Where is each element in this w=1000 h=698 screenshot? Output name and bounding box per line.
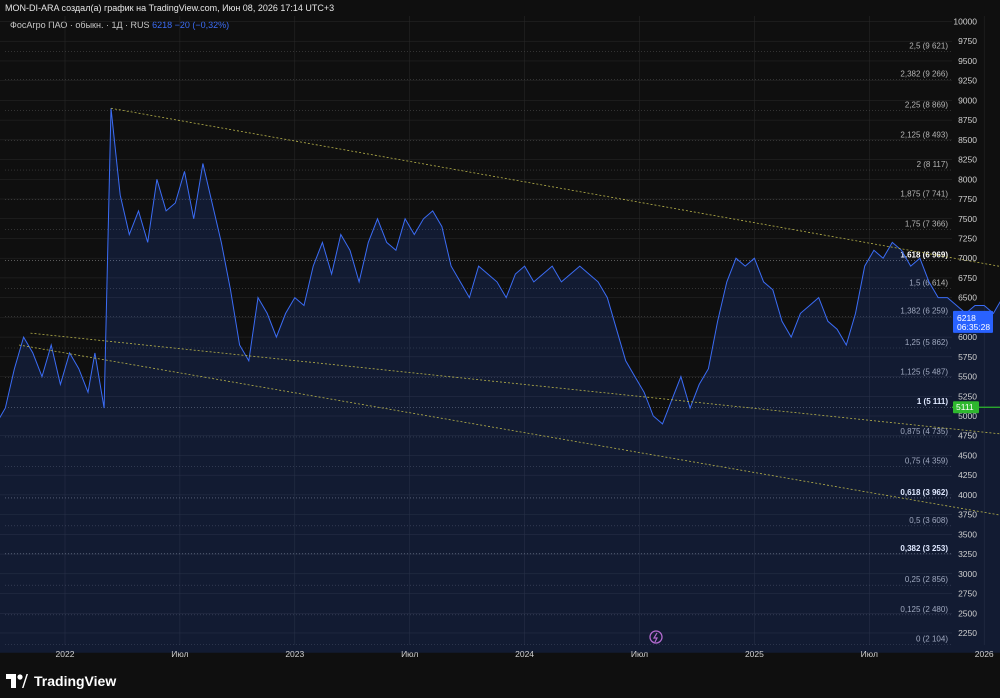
- y-tick-label: 7000: [958, 253, 977, 263]
- x-tick-label: Июл: [401, 649, 418, 659]
- y-tick-label: 5500: [958, 372, 977, 382]
- y-tick-label: 4250: [958, 470, 977, 480]
- y-tick-label: 4500: [958, 450, 977, 460]
- y-tick-label: 7500: [958, 214, 977, 224]
- y-tick-label: 8750: [958, 115, 977, 125]
- y-tick-label: 9250: [958, 76, 977, 86]
- tradingview-logo[interactable]: TradingView: [6, 673, 116, 689]
- fib-label: 2,125 (8 493): [900, 130, 948, 139]
- x-tick-label: 2025: [745, 649, 764, 659]
- y-tick-label: 8000: [958, 174, 977, 184]
- tradingview-logo-text: TradingView: [34, 673, 117, 689]
- fib-label: 2 (8 117): [917, 160, 949, 169]
- fib-label: 2,382 (9 266): [900, 69, 948, 78]
- y-tick-label: 6500: [958, 293, 977, 303]
- y-tick-label: 6750: [958, 273, 977, 283]
- y-tick-label: 3250: [958, 549, 977, 559]
- y-tick-label: 9750: [958, 36, 977, 46]
- fib-label: 1,618 (6 969): [900, 251, 948, 260]
- price-chart[interactable]: 0 (2 104)0,125 (2 480)0,25 (2 856)0,382 …: [0, 0, 1000, 663]
- target-price-tag-value: 5111: [956, 402, 974, 412]
- fib-label: 1,875 (7 741): [900, 190, 948, 199]
- y-tick-label: 10000: [953, 17, 977, 27]
- x-tick-label: 2022: [56, 649, 75, 659]
- x-tick-label: 2023: [285, 649, 304, 659]
- y-tick-label: 8250: [958, 155, 977, 165]
- fib-label: 1,75 (7 366): [905, 219, 948, 228]
- footer: [0, 663, 1000, 698]
- y-tick-label: 5250: [958, 391, 977, 401]
- y-tick-label: 5750: [958, 352, 977, 362]
- x-tick-label: 2026: [975, 649, 994, 659]
- price-area: [0, 108, 1000, 653]
- x-tick-label: 2024: [515, 649, 534, 659]
- fib-label: 2,5 (9 621): [909, 41, 948, 50]
- x-tick-label: Июл: [631, 649, 648, 659]
- y-tick-label: 7250: [958, 233, 977, 243]
- last-price-tag-timer: 06:35:28: [957, 322, 990, 332]
- y-tick-label: 8500: [958, 135, 977, 145]
- y-tick-label: 9000: [958, 95, 977, 105]
- y-tick-label: 3000: [958, 569, 977, 579]
- y-tick-label: 2250: [958, 628, 977, 638]
- y-tick-label: 2500: [958, 608, 977, 618]
- y-tick-label: 4000: [958, 490, 977, 500]
- tradingview-logo-icon: [6, 674, 28, 688]
- y-tick-label: 2750: [958, 589, 977, 599]
- y-tick-label: 3750: [958, 510, 977, 520]
- fib-label: 2,25 (8 869): [905, 101, 948, 110]
- y-tick-label: 7750: [958, 194, 977, 204]
- y-tick-label: 6000: [958, 332, 977, 342]
- x-tick-label: Июл: [171, 649, 188, 659]
- y-tick-label: 3500: [958, 529, 977, 539]
- x-tick-label: Июл: [861, 649, 878, 659]
- y-tick-label: 4750: [958, 431, 977, 441]
- y-tick-label: 9500: [958, 56, 977, 66]
